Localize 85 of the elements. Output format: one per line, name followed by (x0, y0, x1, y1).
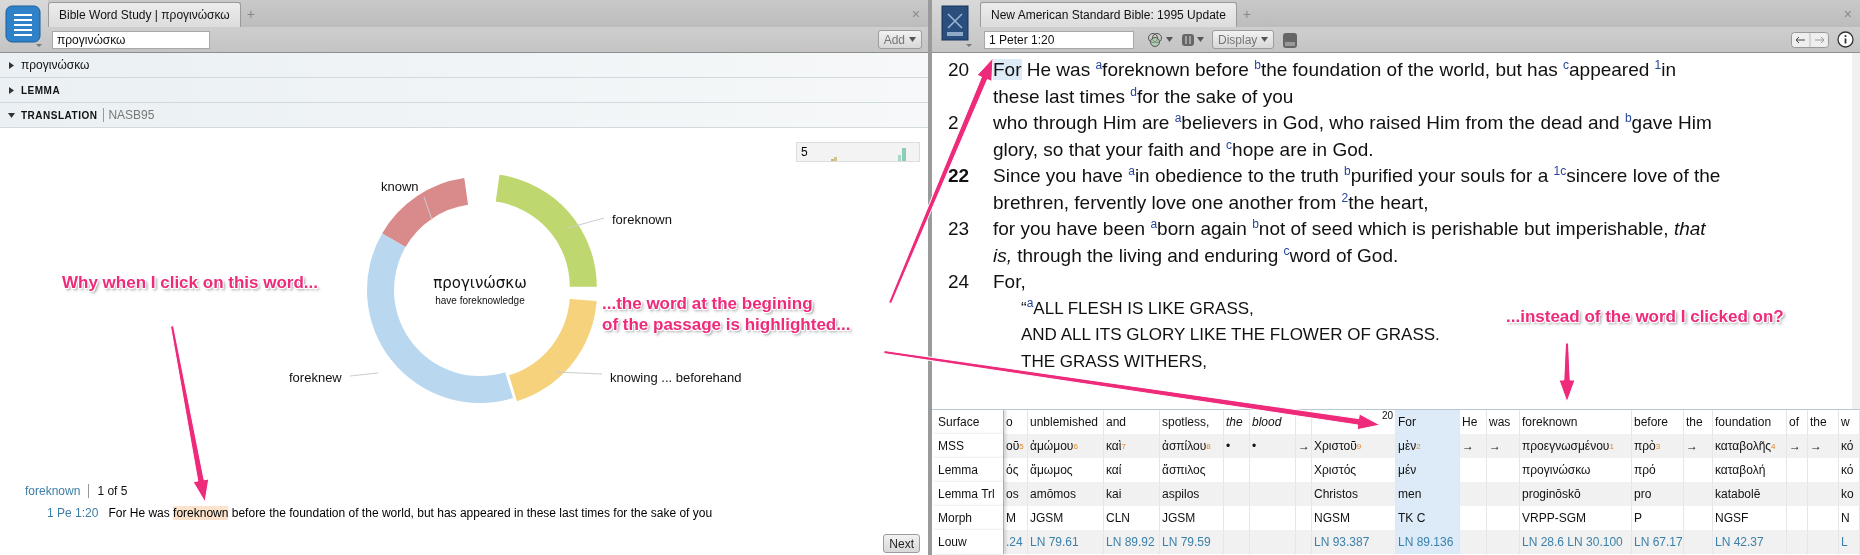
section-title: LEMMA (21, 84, 61, 96)
poetry-line: AND ALL ITS GLORY LIKE THE FLOWER OF GRASS. (1021, 324, 1440, 346)
book-cover-icon[interactable] (940, 4, 972, 48)
tab[interactable]: New American Standard Bible: 1995 Update (980, 2, 1237, 27)
interlinear-cell: LN 28.6 LN 30.100 (1520, 530, 1632, 554)
tab[interactable]: Bible Word Study | προγινώσκω (48, 2, 241, 27)
verse-text-line: these last times $^{d}$for the sake of you (993, 83, 1294, 109)
segment-label: knowing ... beforehand (610, 370, 742, 385)
segment-label: known (381, 179, 419, 194)
poetry-line: “$^{a}$ALL FLESH IS LIKE GRASS, (1021, 295, 1254, 320)
annotation-text: ...the word at the begining of the passage is highlighted... (602, 293, 851, 335)
interlinear-cell: TK C (1396, 506, 1460, 530)
interlinear-cell: LN 42.37 (1713, 530, 1787, 554)
add-button[interactable]: Add (877, 30, 922, 49)
verse-text-line: is, through the living and enduring $^{c}$word of God. (993, 242, 1399, 268)
result-count: 1 of 5 (88, 484, 128, 498)
interlinear-cell: μέν (1396, 458, 1460, 482)
segment-label: foreknown (612, 212, 672, 227)
search-field[interactable]: προγινώσκω (52, 30, 210, 49)
verse-text-line: glory, so that your faith and $^{c}$hope are in God. (993, 136, 1374, 162)
verse-text-line: For, (993, 270, 1026, 294)
info-icon[interactable] (1837, 31, 1854, 48)
columns-icon (1181, 32, 1195, 47)
verse-number: 20 (948, 58, 971, 82)
verse-text-line: who through Him are $^{a}$believers in God, who raised Him from the dead and $^{b}$gave Him (993, 110, 1712, 135)
chart-center-subtitle: have foreknowledge (435, 295, 525, 306)
section-subtitle: NASB95 (103, 108, 155, 122)
caret-icon (909, 37, 916, 42)
leader-line (423, 196, 433, 221)
interlinear-cell: .24 (1004, 530, 1028, 554)
section-header[interactable]: LEMMA (0, 78, 928, 103)
verse-reference-link[interactable]: 1 Pe 1:20 (47, 506, 99, 520)
verse-number: 23 (948, 217, 971, 241)
collapse-triangle-icon[interactable] (8, 111, 15, 119)
count-label: 5 (801, 145, 808, 159)
verse-text-line: For He was $^{a}$foreknown before $^{b}$the foundation of the world, but has $^{c}$appeared $^{1}$in (993, 57, 1677, 82)
result-word: foreknown (25, 484, 81, 498)
expand-triangle-icon[interactable] (8, 86, 15, 94)
verse-text-line: Since you have $^{a}$in obedience to the truth $^{b}$purified your souls for a $^{1c}$sincere love of the (993, 163, 1721, 188)
verse-number: 22 (948, 164, 971, 188)
leader-line (567, 217, 605, 229)
row-label: MSS (932, 434, 1004, 458)
interlinear-cell: LN 79.59 (1160, 530, 1224, 554)
interlinear-cell: men (1396, 482, 1460, 506)
caret-icon (1166, 37, 1173, 42)
segment-label: foreknew (289, 370, 342, 385)
row-label: Lemma (932, 458, 1004, 482)
leader-line (349, 372, 379, 377)
verse-text-line: for you have been $^{a}$born again $^{b}$not of seed which is perishable but imperishable, that (993, 216, 1706, 241)
section-title: TRANSLATION (21, 109, 98, 121)
interlinear-cell: LN 89.136 (1396, 530, 1460, 554)
interlinear-cell: LN 89.92 (1104, 530, 1160, 554)
verse-text-line: brethren, fervently love one another from $^{2}$the heart, (993, 189, 1429, 215)
row-label: Louw (932, 530, 1004, 554)
poetry-line: THE GRASS WITHERS, (1021, 350, 1208, 373)
list-book-icon[interactable] (5, 5, 43, 47)
verse-number: 24 (948, 270, 971, 294)
interlinear-cell: For (1396, 410, 1460, 434)
panel-icon[interactable] (1282, 30, 1299, 49)
next-button[interactable]: Next (883, 534, 920, 553)
row-label: Morph (932, 506, 1004, 530)
annotation-text: Why when I click on this word... (62, 272, 318, 293)
annotation-arrow (1558, 342, 1576, 403)
display-button[interactable]: Display (1212, 30, 1275, 49)
verse-text: For He was foreknown before the foundation of the world, but has appeared in these last times for the sake of you (108, 506, 713, 520)
interlinear-cell: L (1839, 530, 1860, 554)
section-header[interactable]: TRANSLATION NASB95 (0, 103, 928, 128)
interlinear-cell: μὲν2 (1396, 434, 1460, 458)
layout-dropdown-button[interactable] (1181, 32, 1204, 47)
section-header[interactable]: προγινώσκω (0, 53, 928, 78)
chart-center-title: προγινώσκω (433, 274, 527, 292)
row-label: Surface (932, 410, 1004, 434)
reference-field[interactable]: 1 Peter 1:20 (984, 30, 1134, 49)
interlinear-cell: LN 67.17 (1632, 530, 1684, 554)
annotation-text: ...instead of the word I clicked on? (1506, 306, 1784, 327)
venn-dropdown-button[interactable] (1146, 31, 1173, 48)
leader-line (555, 371, 603, 375)
caret-icon (1261, 37, 1269, 42)
venn-icon (1146, 31, 1164, 48)
section-title: προγινώσκω (21, 58, 90, 72)
expand-triangle-icon[interactable] (8, 61, 15, 69)
row-label: Lemma Trl (932, 482, 1004, 506)
caret-icon (1197, 37, 1204, 42)
interlinear-cell: LN 79.61 (1028, 530, 1104, 554)
verse-number: 2 (948, 111, 960, 135)
